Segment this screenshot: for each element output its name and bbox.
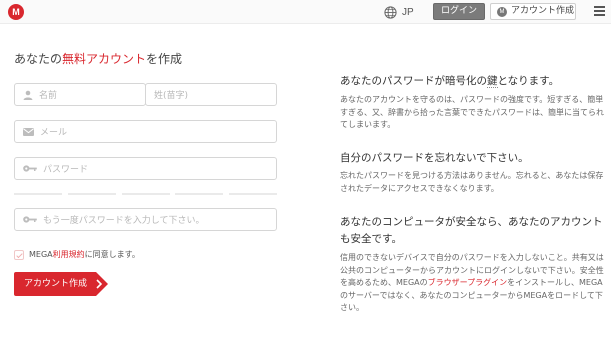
strength-segment [67, 193, 116, 195]
language-label: JP [402, 6, 414, 18]
info-paragraph-security: 信用のできないデバイスで自分のパスワードを入力しないこと。共有又は公共のコンピュ… [340, 252, 605, 315]
globe-icon [384, 5, 397, 19]
create-account-header-button[interactable]: M アカウント作成 [490, 3, 576, 20]
submit-button-label: アカウント作成 [24, 279, 88, 289]
password-input[interactable]: パスワード [14, 157, 277, 180]
firstname-placeholder: 姓(苗字) [154, 91, 189, 101]
password-confirm-input[interactable]: もう一度パスワードを入力して下さい。 [14, 208, 277, 231]
create-account-button[interactable]: アカウント作成 [14, 272, 108, 296]
terms-link[interactable]: 利用規約 [53, 249, 85, 260]
top-bar: M JP ログイン M アカウント作成 [0, 0, 611, 24]
password-placeholder: パスワード [43, 165, 89, 175]
password-strength-meter [14, 190, 277, 198]
create-account-header-label: アカウント作成 [511, 6, 575, 16]
info-heading-remember: 自分のパスワードを忘れないで下さい。 [340, 152, 529, 164]
strength-segment [121, 193, 170, 195]
terms-suffix: に同意します。 [84, 250, 140, 259]
lastname-placeholder: 名前 [39, 91, 58, 101]
info-paragraph-remember: 忘れたパスワードを見つける方法はありません。忘れると、あなたは保存されたデータに… [340, 171, 604, 193]
title-suffix: を作成 [146, 52, 183, 66]
strength-segment [175, 193, 224, 195]
title-prefix: あなたの [14, 52, 63, 66]
terms-agreement: MEGA 利用規約 に同意します。 [14, 249, 140, 260]
login-button[interactable]: ログイン [433, 3, 485, 20]
firstname-input[interactable]: 姓(苗字) [145, 83, 277, 106]
info-heading-encryption: あなたのパスワードが暗号化の鍵となります。 [340, 73, 605, 89]
info-paragraph-encryption: あなたのアカウントを守るのは、パスワードの強度です。短すぎる、簡単すぎる、又、辞… [340, 95, 604, 129]
mail-icon [23, 127, 34, 136]
strength-segment [229, 193, 277, 195]
mega-mini-logo-icon: M [497, 6, 507, 17]
info-heading-1c: となります。 [497, 75, 560, 87]
info-heading-1a: あなたのパスワードが暗号化の [340, 75, 487, 87]
email-input[interactable]: メール [14, 120, 277, 143]
password-confirm-placeholder: もう一度パスワードを入力して下さい。 [43, 216, 205, 226]
terms-checkbox[interactable] [14, 249, 24, 260]
lastname-input[interactable]: 名前 [14, 83, 146, 106]
browser-plugin-link[interactable]: ブラウザープラグイン [428, 278, 508, 287]
strength-segment [14, 193, 62, 195]
chevron-right-icon [96, 279, 102, 289]
menu-icon[interactable] [594, 6, 605, 17]
title-highlight: 無料アカウント [62, 52, 147, 66]
key-icon [23, 165, 37, 172]
key-icon [23, 216, 37, 223]
language-selector[interactable]: JP [384, 4, 414, 20]
mega-logo-icon[interactable]: M [8, 4, 24, 20]
terms-prefix: MEGA [29, 250, 53, 259]
page-title: あなたの無料アカウントを作成 [14, 50, 182, 67]
email-placeholder: メール [40, 128, 68, 138]
info-heading-1-key: 鍵 [487, 75, 498, 88]
user-icon [23, 90, 33, 100]
info-heading-security: あなたのコンピュータが安全なら、あなたのアカウントも安全です。 [340, 216, 603, 245]
